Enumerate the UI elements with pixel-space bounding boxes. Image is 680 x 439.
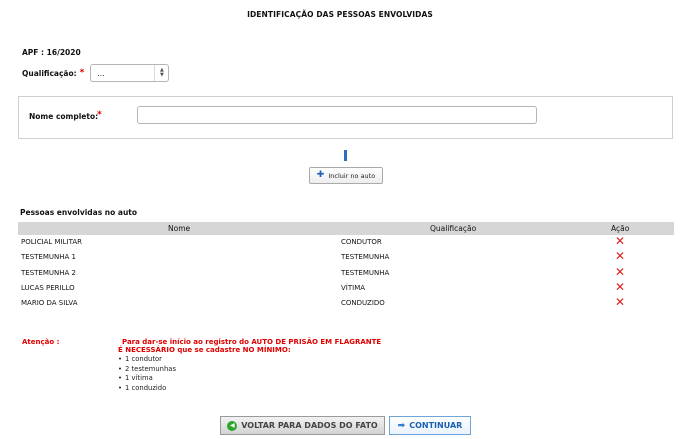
- continuar-button-label: CONTINUAR: [409, 421, 463, 430]
- qualificacao-label: Qualificação:: [22, 68, 77, 78]
- table-row: POLICIAL MILITAR CONDUTOR ✕: [18, 235, 674, 250]
- list-item: 1 condutor: [118, 355, 381, 365]
- table-row: TESTEMUNHA 2 TESTEMUNHA ✕: [18, 265, 674, 281]
- atencao-message: Para dar-se início ao registro do AUTO D…: [118, 338, 381, 393]
- delete-icon[interactable]: ✕: [615, 296, 625, 309]
- table-row: MARIO DA SILVA CONDUZIDO ✕: [18, 296, 674, 311]
- delete-icon[interactable]: ✕: [615, 250, 625, 263]
- cell-nome: POLICIAL MILITAR: [21, 238, 83, 246]
- qualificacao-select-value: ...: [97, 68, 105, 78]
- section-title: Pessoas envolvidas no auto: [20, 208, 138, 217]
- qualificacao-select[interactable]: ... ▲ ▼: [90, 64, 170, 82]
- cell-qualificacao: TESTEMUNHA: [341, 253, 390, 262]
- incluir-no-auto-button[interactable]: ✚ Incluir no auto: [309, 167, 383, 184]
- incluir-button-label: Incluir no auto: [328, 171, 376, 180]
- column-header-nome: Nome: [168, 224, 191, 233]
- table-row: TESTEMUNHA 1 TESTEMUNHA ✕: [18, 250, 674, 265]
- column-header-qualificacao: Qualificação: [430, 224, 477, 233]
- table-row: LUCAS PERILLO VÍTIMA ✕: [18, 280, 674, 296]
- table-header: Nome Qualificação Ação: [18, 222, 674, 235]
- qualificacao-row: Qualificação: * ... ▲ ▼: [22, 64, 170, 82]
- page-title: IDENTIFICAÇÃO DAS PESSOAS ENVOLVIDAS: [247, 10, 433, 19]
- list-item: 2 testemunhas: [118, 365, 381, 375]
- voltar-button[interactable]: ◀ VOLTAR PARA DADOS DO FATO: [220, 416, 385, 435]
- cell-nome: TESTEMUNHA 2: [21, 268, 76, 277]
- select-spinner-icon[interactable]: ▲ ▼: [154, 65, 168, 81]
- cell-qualificacao: VÍTIMA: [341, 283, 366, 292]
- requirements-list: 1 condutor 2 testemunhas 1 vítima 1 cond…: [118, 355, 381, 393]
- delete-icon[interactable]: ✕: [615, 235, 625, 248]
- delete-icon[interactable]: ✕: [615, 280, 625, 294]
- plus-icon: ✚: [316, 170, 325, 180]
- list-item: 1 conduzido: [118, 384, 381, 394]
- voltar-button-label: VOLTAR PARA DADOS DO FATO: [241, 421, 378, 430]
- back-arrow-icon: ◀: [227, 420, 238, 431]
- loading-indicator: [344, 150, 347, 161]
- nome-completo-label: Nome completo:: [29, 112, 99, 121]
- required-mark: *: [97, 110, 102, 120]
- delete-icon[interactable]: ✕: [615, 265, 625, 279]
- cell-nome: MARIO DA SILVA: [21, 299, 78, 308]
- forward-arrow-icon: ➡: [397, 420, 406, 431]
- cell-qualificacao: CONDUZIDO: [341, 299, 385, 308]
- atencao-label: Atenção :: [22, 338, 60, 346]
- required-mark: *: [79, 68, 85, 78]
- cell-qualificacao: CONDUTOR: [341, 238, 382, 246]
- list-item: 1 vítima: [118, 374, 381, 384]
- continuar-button[interactable]: ➡ CONTINUAR: [389, 416, 471, 435]
- column-header-acao: Ação: [611, 224, 630, 233]
- nome-completo-input[interactable]: [137, 106, 537, 124]
- atencao-line-1: Para dar-se início ao registro do AUTO D…: [122, 338, 382, 346]
- atencao-line-2: É NECESSÁRIO que se cadastre NO MÍNIMO:: [118, 346, 291, 354]
- pessoas-table: Nome Qualificação Ação POLICIAL MILITAR …: [18, 222, 674, 311]
- cell-nome: TESTEMUNHA 1: [21, 253, 76, 262]
- cell-qualificacao: TESTEMUNHA: [341, 268, 390, 277]
- apf-number: APF : 16/2020: [22, 48, 81, 57]
- nome-completo-panel: Nome completo: *: [18, 96, 673, 139]
- cell-nome: LUCAS PERILLO: [21, 283, 75, 292]
